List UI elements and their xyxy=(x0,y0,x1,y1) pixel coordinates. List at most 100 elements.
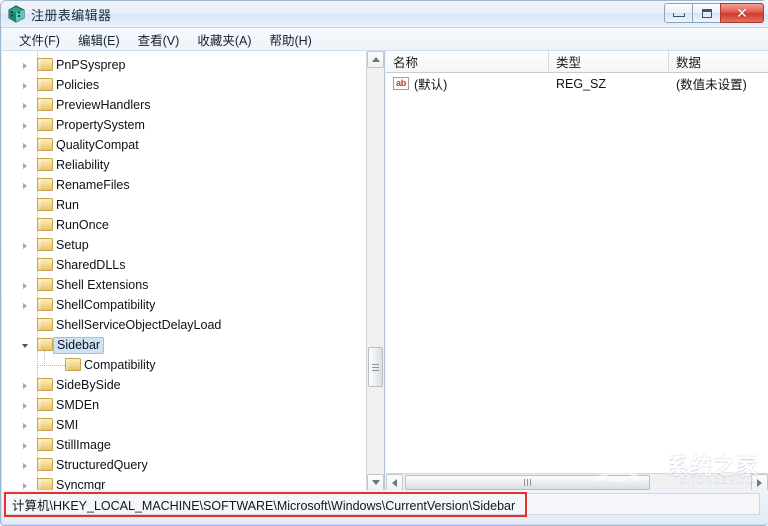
expand-arrow-icon[interactable] xyxy=(19,420,30,431)
tree-item-shellcompatibility[interactable]: ShellCompatibility xyxy=(2,295,366,315)
minimize-button[interactable] xyxy=(664,3,693,23)
expand-arrow-icon[interactable] xyxy=(19,460,30,471)
expand-arrow-icon[interactable] xyxy=(19,380,30,391)
triangle-icon xyxy=(22,162,27,169)
column-header-type[interactable]: 类型 xyxy=(549,51,669,72)
folder-icon xyxy=(37,298,53,311)
tree-item-label: SideBySide xyxy=(56,378,121,392)
values-scrollbar-thumb[interactable] xyxy=(405,475,650,490)
expand-arrow-icon[interactable] xyxy=(19,100,30,111)
tree-item-label: Sidebar xyxy=(53,337,105,354)
tree-item-syncmgr[interactable]: Syncmgr xyxy=(2,475,366,491)
folder-icon xyxy=(37,98,53,111)
table-row[interactable]: ab (默认) REG_SZ (数值未设置) xyxy=(386,73,768,94)
tree-item-propertysystem[interactable]: PropertySystem xyxy=(2,115,366,135)
collapse-arrow-icon[interactable] xyxy=(19,340,30,351)
expand-arrow-icon[interactable] xyxy=(19,440,30,451)
triangle-icon xyxy=(22,462,27,469)
expand-arrow-icon[interactable] xyxy=(19,80,30,91)
folder-icon xyxy=(37,438,53,451)
tree-item-label: RunOnce xyxy=(56,218,109,232)
tree-item-policies[interactable]: Policies xyxy=(2,75,366,95)
tree-item-run[interactable]: Run xyxy=(2,195,366,215)
expand-arrow-icon[interactable] xyxy=(19,140,30,151)
status-path-text: 计算机\HKEY_LOCAL_MACHINE\SOFTWARE\Microsof… xyxy=(5,493,760,515)
window-controls: ✕ xyxy=(664,3,764,24)
tree-item-pnpsysprep[interactable]: PnPSysprep xyxy=(2,55,366,75)
folder-icon xyxy=(37,198,53,211)
close-button[interactable]: ✕ xyxy=(720,3,764,23)
tree-item-smi[interactable]: SMI xyxy=(2,415,366,435)
value-name: (默认) xyxy=(414,78,448,92)
menu-item-file[interactable]: 文件(F) xyxy=(10,27,69,52)
triangle-icon xyxy=(22,382,27,389)
client-area: PnPSysprep Policies PreviewHandlers Propert… xyxy=(2,51,768,491)
tree-item-label: PreviewHandlers xyxy=(56,98,151,112)
registry-editor-icon xyxy=(7,5,26,23)
registry-editor-window: 注册表编辑器 ✕ 文件(F) 编辑(E) 查看(V) 收藏夹(A) 帮助(H) … xyxy=(0,0,768,526)
expand-arrow-icon[interactable] xyxy=(19,180,30,191)
registry-tree-pane[interactable]: PnPSysprep Policies PreviewHandlers Propert… xyxy=(2,51,385,491)
close-icon: ✕ xyxy=(736,5,748,21)
window-title: 注册表编辑器 xyxy=(31,8,112,23)
scroll-left-button[interactable] xyxy=(386,474,403,491)
scroll-right-button[interactable] xyxy=(751,474,768,491)
tree-item-shareddlls[interactable]: SharedDLLs xyxy=(2,255,366,275)
expand-arrow-icon[interactable] xyxy=(19,280,30,291)
menu-item-edit[interactable]: 编辑(E) xyxy=(69,27,129,52)
column-header-name[interactable]: 名称 xyxy=(386,51,549,72)
expand-arrow-icon[interactable] xyxy=(19,300,30,311)
folder-icon xyxy=(37,278,53,291)
folder-icon xyxy=(37,258,53,271)
folder-icon xyxy=(37,378,53,391)
tree-item-previewhandlers[interactable]: PreviewHandlers xyxy=(2,95,366,115)
tree-item-compatibility[interactable]: Compatibility xyxy=(2,349,366,375)
folder-icon xyxy=(37,158,53,171)
tree-item-label: StructuredQuery xyxy=(56,458,148,472)
tree-item-stillimage[interactable]: StillImage xyxy=(2,435,366,455)
triangle-icon xyxy=(21,343,28,348)
expand-arrow-icon[interactable] xyxy=(19,240,30,251)
folder-icon xyxy=(37,138,53,151)
tree-item-structuredquery[interactable]: StructuredQuery xyxy=(2,455,366,475)
column-header-data[interactable]: 数据 xyxy=(669,51,768,72)
chevron-left-icon xyxy=(392,478,397,487)
folder-icon xyxy=(37,398,53,411)
triangle-icon xyxy=(22,82,27,89)
scroll-down-button[interactable] xyxy=(367,474,384,491)
tree-item-label: Policies xyxy=(56,78,100,92)
folder-icon xyxy=(37,58,53,71)
tree-item-sidebar[interactable]: Sidebar xyxy=(2,335,366,355)
triangle-icon xyxy=(22,242,27,249)
maximize-button[interactable] xyxy=(692,3,721,23)
tree-item-setup[interactable]: Setup xyxy=(2,235,366,255)
menu-item-favorites[interactable]: 收藏夹(A) xyxy=(188,27,260,52)
ab-string-icon: ab xyxy=(393,77,409,90)
tree-item-label: Shell Extensions xyxy=(56,278,149,292)
menu-item-help[interactable]: 帮助(H) xyxy=(260,27,320,52)
value-type: REG_SZ xyxy=(556,76,607,91)
expand-arrow-icon[interactable] xyxy=(19,60,30,71)
tree-item-smden[interactable]: SMDEn xyxy=(2,395,366,415)
tree-item-sidebyside[interactable]: SideBySide xyxy=(2,375,366,395)
scroll-up-button[interactable] xyxy=(367,51,384,68)
tree-item-renamefiles[interactable]: RenameFiles xyxy=(2,175,366,195)
values-horizontal-scrollbar[interactable] xyxy=(386,473,768,491)
values-column-header: 名称 类型 数据 xyxy=(386,51,768,73)
tree-vertical-scrollbar[interactable] xyxy=(366,51,384,491)
menu-item-view[interactable]: 查看(V) xyxy=(129,27,189,52)
status-bar: 计算机\HKEY_LOCAL_MACHINE\SOFTWARE\Microsof… xyxy=(2,490,768,524)
tree-item-shellserviceobjectdelayload[interactable]: ShellServiceObjectDelayLoad xyxy=(2,315,366,335)
tree-item-runonce[interactable]: RunOnce xyxy=(2,215,366,235)
expand-arrow-icon[interactable] xyxy=(19,120,30,131)
tree-item-qualitycompat[interactable]: QualityCompat xyxy=(2,135,366,155)
expand-arrow-icon[interactable] xyxy=(19,400,30,411)
tree-item-shell-extensions[interactable]: Shell Extensions xyxy=(2,275,366,295)
expand-arrow-icon[interactable] xyxy=(19,160,30,171)
tree-scrollbar-thumb[interactable] xyxy=(368,347,383,387)
triangle-icon xyxy=(22,302,27,309)
triangle-icon xyxy=(22,122,27,129)
registry-values-pane[interactable]: 名称 类型 数据 ab (默认) REG_SZ (数值未设置) xyxy=(386,51,768,491)
triangle-icon xyxy=(22,102,27,109)
tree-item-reliability[interactable]: Reliability xyxy=(2,155,366,175)
